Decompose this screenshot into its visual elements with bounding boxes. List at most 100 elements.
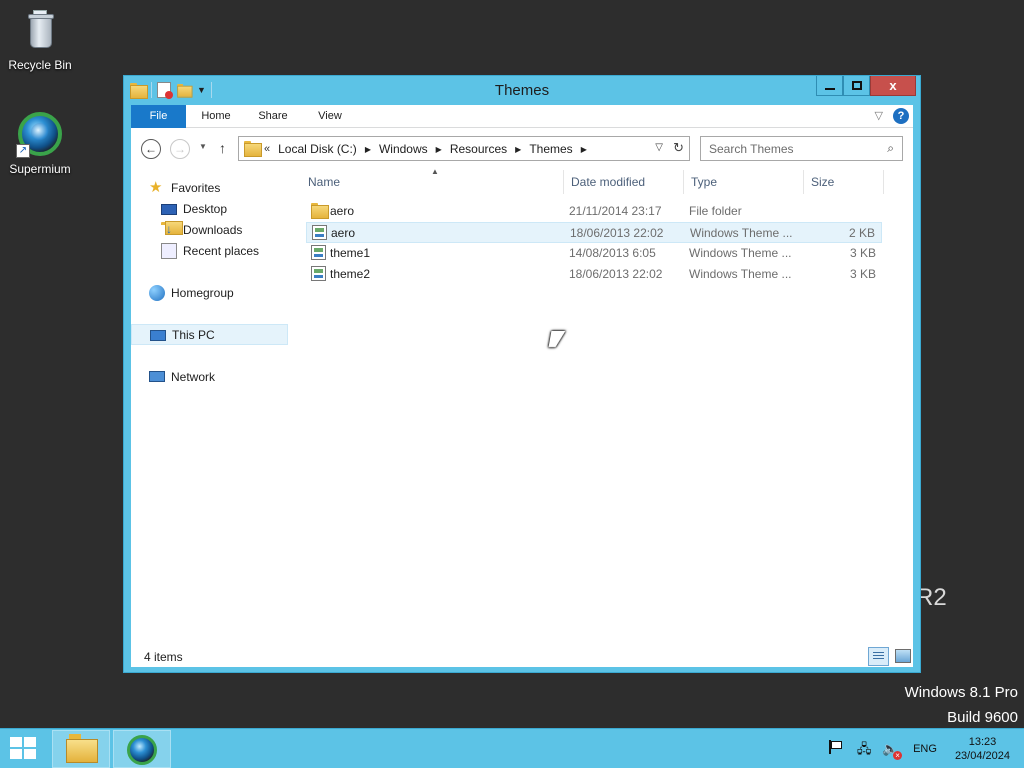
- address-history-dropdown-icon[interactable]: ▽: [655, 142, 663, 153]
- computer-icon: [150, 329, 166, 341]
- desktop-icon: [161, 204, 177, 215]
- forward-button[interactable]: →: [170, 139, 190, 159]
- column-header-name-label: Name: [308, 175, 341, 189]
- clock[interactable]: 13:23 23/04/2024: [955, 735, 1010, 763]
- breadcrumb-separator-icon[interactable]: ▶: [515, 145, 521, 154]
- taskbar: 🖧 🔈 × ENG 13:23 23/04/2024: [0, 728, 1024, 768]
- navigation-pane: ★ Favorites Desktop Downloads Recent pla…: [131, 166, 291, 646]
- back-button[interactable]: ←: [141, 139, 161, 159]
- file-size: 3 KB: [849, 267, 876, 281]
- recycle-bin-icon: [16, 6, 64, 54]
- star-icon: ★: [149, 178, 163, 196]
- theme-file-icon: [312, 225, 327, 240]
- refresh-icon[interactable]: ↻: [673, 140, 684, 156]
- search-box[interactable]: Search Themes ⌕: [700, 136, 903, 161]
- nav-favorites[interactable]: ★ Favorites: [149, 177, 306, 198]
- folder-icon: [244, 141, 262, 157]
- column-header-date[interactable]: Date modified: [564, 170, 684, 194]
- breadcrumb: « Local Disk (C:) ▶ Windows ▶ Resources …: [264, 142, 595, 156]
- file-date: 21/11/2014 23:17: [569, 204, 662, 218]
- supermium-browser-icon: [127, 735, 157, 765]
- nav-this-pc-label: This PC: [172, 327, 215, 342]
- expand-ribbon-chevron-icon[interactable]: ▽: [875, 109, 883, 122]
- close-icon: x: [889, 78, 897, 93]
- nav-desktop[interactable]: Desktop: [161, 198, 318, 219]
- file-row[interactable]: theme1 14/08/2013 6:05 Windows Theme ...…: [306, 243, 882, 264]
- nav-desktop-label: Desktop: [183, 201, 228, 216]
- theme-file-icon: [311, 266, 326, 281]
- tab-file[interactable]: File: [131, 105, 186, 128]
- column-header-size[interactable]: Size: [804, 170, 884, 194]
- taskbar-supermium[interactable]: [113, 730, 171, 768]
- large-icons-view-icon[interactable]: [895, 649, 911, 663]
- minimize-button[interactable]: [816, 76, 843, 96]
- window-title: Themes: [494, 82, 550, 99]
- file-list: Name ▲ Date modified Type Size aero 21/1…: [296, 166, 913, 646]
- tab-home[interactable]: Home: [195, 105, 237, 128]
- volume-muted-icon[interactable]: 🔈 ×: [881, 740, 903, 760]
- explorer-window: ▼ Themes x File Home Share View ▽ ? ← → …: [123, 75, 921, 673]
- help-icon[interactable]: ?: [893, 108, 909, 124]
- file-name: theme1: [330, 246, 371, 260]
- file-type: Windows Theme ...: [689, 246, 792, 260]
- file-row[interactable]: aero 21/11/2014 23:17 File folder: [306, 201, 882, 222]
- nav-recent-places-label: Recent places: [183, 243, 260, 258]
- nav-network[interactable]: Network: [149, 366, 306, 387]
- maximize-button[interactable]: [843, 76, 870, 96]
- search-icon[interactable]: ⌕: [887, 141, 894, 156]
- recent-locations-chevron-icon[interactable]: ▼: [199, 142, 207, 151]
- file-type: File folder: [689, 204, 742, 218]
- status-bar: 4 items: [131, 646, 913, 667]
- folder-icon: [311, 203, 329, 219]
- sort-ascending-icon: ▲: [431, 167, 439, 176]
- breadcrumb-overflow[interactable]: «: [264, 143, 270, 155]
- network-icon: [149, 371, 165, 382]
- breadcrumb-separator-icon[interactable]: ▶: [365, 145, 371, 154]
- item-count: 4 items: [144, 650, 183, 664]
- address-bar[interactable]: « Local Disk (C:) ▶ Windows ▶ Resources …: [238, 136, 690, 161]
- action-center-flag-icon[interactable]: [829, 740, 847, 758]
- column-header-name[interactable]: Name ▲: [301, 167, 564, 194]
- downloads-icon: [161, 220, 183, 238]
- desktop-icon-supermium[interactable]: ↗ Supermium: [0, 110, 80, 176]
- title-bar[interactable]: ▼ Themes x: [124, 76, 920, 105]
- nav-homegroup[interactable]: Homegroup: [149, 282, 306, 303]
- nav-downloads[interactable]: Downloads: [161, 219, 318, 240]
- tab-view[interactable]: View: [308, 105, 352, 128]
- breadcrumb-windows[interactable]: Windows: [379, 142, 428, 156]
- nav-downloads-label: Downloads: [183, 222, 243, 237]
- file-date: 18/06/2013 22:02: [569, 267, 663, 281]
- breadcrumb-themes[interactable]: Themes: [529, 142, 572, 156]
- breadcrumb-separator-icon[interactable]: ▶: [581, 145, 587, 154]
- navigation-bar: ← → ▼ ↑ « Local Disk (C:) ▶ Windows ▶ Re…: [131, 128, 913, 166]
- file-name: theme2: [330, 267, 371, 281]
- desktop-icon-label: Recycle Bin: [8, 58, 72, 72]
- column-header-type[interactable]: Type: [684, 170, 804, 194]
- file-name: aero: [331, 226, 356, 240]
- caption-buttons: x: [816, 76, 916, 96]
- nav-this-pc[interactable]: This PC: [131, 324, 288, 345]
- breadcrumb-resources[interactable]: Resources: [450, 142, 507, 156]
- mouse-cursor-icon: [548, 331, 566, 347]
- tab-share[interactable]: Share: [251, 105, 295, 128]
- desktop-icon-recycle-bin[interactable]: Recycle Bin: [0, 6, 80, 72]
- file-row[interactable]: aero 18/06/2013 22:02 Windows Theme ... …: [306, 222, 882, 243]
- system-tray: 🖧 🔈 × ENG 13:23 23/04/2024: [825, 729, 1016, 768]
- file-date: 14/08/2013 6:05: [569, 246, 656, 260]
- homegroup-icon: [149, 284, 165, 301]
- file-date: 18/06/2013 22:02: [570, 226, 664, 240]
- file-row[interactable]: theme2 18/06/2013 22:02 Windows Theme ..…: [306, 264, 882, 285]
- up-button[interactable]: ↑: [219, 140, 226, 156]
- start-button[interactable]: [10, 737, 38, 761]
- shortcut-arrow-icon: ↗: [16, 144, 30, 158]
- taskbar-file-explorer[interactable]: [52, 730, 110, 768]
- window-content: File Home Share View ▽ ? ← → ▼ ↑ « Local…: [131, 105, 913, 667]
- input-language[interactable]: ENG: [913, 743, 937, 755]
- breadcrumb-separator-icon[interactable]: ▶: [436, 145, 442, 154]
- nav-recent-places[interactable]: Recent places: [161, 240, 318, 261]
- network-icon[interactable]: 🖧: [855, 740, 873, 758]
- file-size: 2 KB: [848, 226, 875, 240]
- breadcrumb-local-disk[interactable]: Local Disk (C:): [278, 142, 357, 156]
- details-view-icon[interactable]: [868, 647, 889, 666]
- close-button[interactable]: x: [870, 76, 916, 96]
